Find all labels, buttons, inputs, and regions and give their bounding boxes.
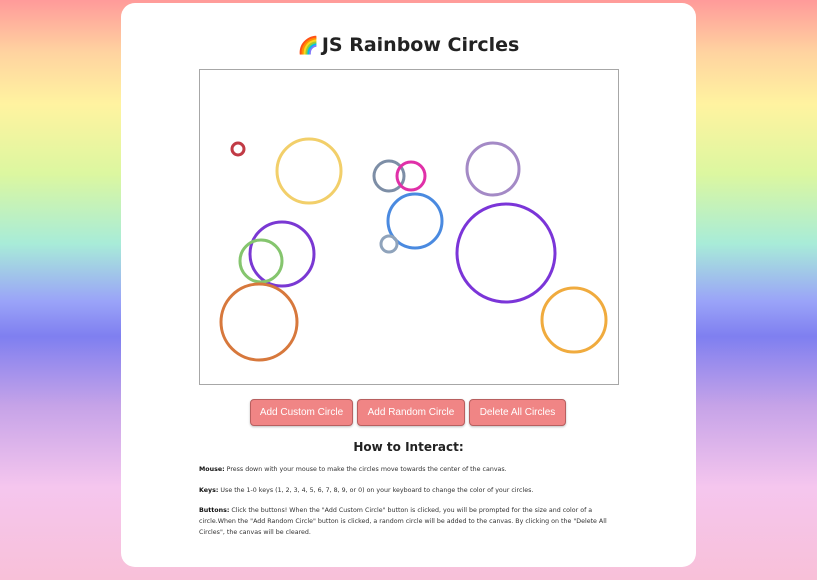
circle-3	[372, 159, 406, 193]
circle-5	[465, 141, 521, 197]
circle-12	[540, 286, 608, 354]
buttons-label: Buttons:	[199, 507, 230, 514]
circles-svg	[219, 137, 608, 362]
circle-1	[230, 141, 246, 157]
circle-7	[379, 234, 399, 254]
keys-text: Use the 1-0 keys (1, 2, 3, 4, 5, 6, 7, 8…	[218, 487, 534, 494]
circle-11	[219, 282, 299, 362]
keys-instructions: Keys: Use the 1-0 keys (1, 2, 3, 4, 5, 6…	[199, 485, 619, 496]
mouse-text: Press down with your mouse to make the c…	[224, 466, 507, 473]
mouse-instructions: Mouse: Press down with your mouse to mak…	[199, 464, 619, 475]
main-card: 🌈 JS Rainbow Circles Add Custom Circle Ad…	[121, 3, 696, 567]
add-custom-circle-button[interactable]: Add Custom Circle	[250, 399, 353, 426]
circles-canvas[interactable]	[199, 69, 619, 385]
rainbow-icon: 🌈	[297, 36, 319, 56]
page-title: 🌈 JS Rainbow Circles	[121, 34, 696, 56]
keys-label: Keys:	[199, 487, 219, 494]
circle-4	[395, 160, 427, 192]
circle-8	[455, 202, 557, 304]
buttons-text: Click the buttons! When the "Add Custom …	[199, 507, 607, 536]
button-row: Add Custom Circle Add Random Circle Dele…	[250, 399, 570, 427]
mouse-label: Mouse:	[199, 466, 225, 473]
circle-2	[275, 137, 343, 205]
circle-10	[238, 238, 284, 284]
add-random-circle-button[interactable]: Add Random Circle	[357, 399, 465, 426]
delete-all-circles-button[interactable]: Delete All Circles	[469, 399, 566, 426]
how-to-interact-heading: How to Interact:	[353, 440, 464, 454]
page-title-text: JS Rainbow Circles	[321, 34, 520, 56]
buttons-instructions: Buttons: Click the buttons! When the "Ad…	[199, 505, 619, 538]
